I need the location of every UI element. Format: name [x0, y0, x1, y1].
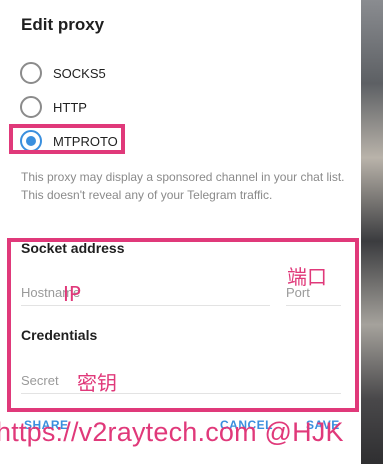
credentials-header: Credentials	[21, 327, 98, 343]
dialog-title: Edit proxy	[21, 15, 105, 34]
edit-proxy-dialog: Edit proxy SOCKS5 HTTP MTPROTO This prox…	[0, 0, 361, 464]
hostname-input[interactable]	[21, 280, 270, 305]
watermark-text: https://v2raytech.com @HJK	[0, 417, 344, 447]
port-annotation: 端口	[287, 265, 327, 289]
hostname-field[interactable]	[21, 280, 270, 306]
radio-label-mtproto: MTPROTO	[53, 133, 118, 149]
socket-address-header: Socket address	[21, 240, 125, 256]
radio-button-icon[interactable]	[20, 96, 42, 118]
radio-socks5[interactable]: SOCKS5	[20, 61, 220, 85]
radio-button-checked-icon[interactable]	[20, 130, 42, 152]
radio-label-socks5: SOCKS5	[53, 65, 106, 81]
secret-field[interactable]	[21, 368, 341, 394]
sponsored-channel-notice: This proxy may display a sponsored chann…	[21, 170, 345, 202]
radio-button-icon[interactable]	[20, 62, 42, 84]
ip-annotation: IP	[63, 282, 81, 306]
background-photo	[361, 0, 383, 464]
radio-mtproto[interactable]: MTPROTO	[20, 129, 220, 153]
secret-annotation: 密钥	[77, 371, 117, 395]
radio-label-http: HTTP	[53, 99, 87, 115]
radio-http[interactable]: HTTP	[20, 95, 220, 119]
secret-input[interactable]	[21, 368, 341, 393]
